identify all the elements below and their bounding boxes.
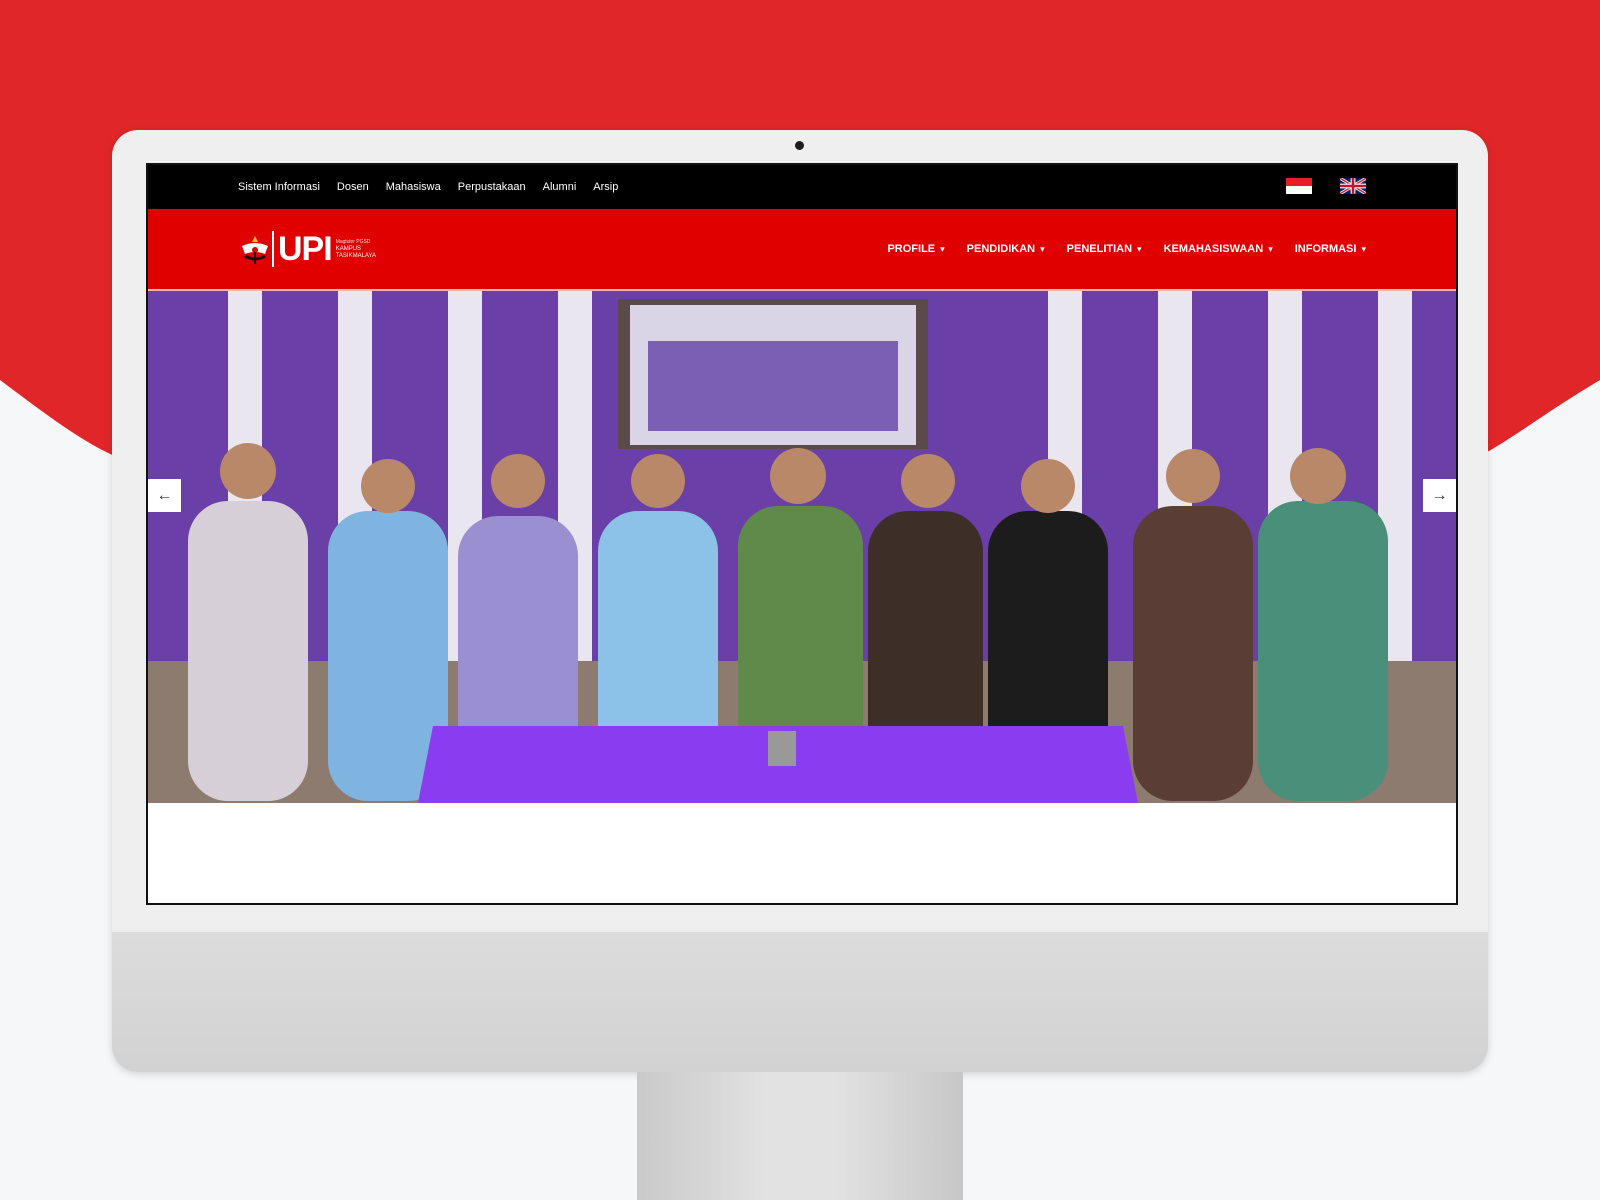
- chevron-down-icon: ▾: [940, 243, 945, 254]
- arrow-left-icon[interactable]: ←: [148, 479, 181, 512]
- indonesia-flag-icon[interactable]: [1286, 178, 1312, 194]
- chevron-down-icon: ▾: [1040, 243, 1045, 254]
- main-navbar: UPI Magister PGSD KAMPUS TASIKMALAYA PRO…: [148, 209, 1456, 291]
- upi-emblem-icon: [242, 236, 268, 264]
- nav-kemahasiswaan-label: KEMAHASISWAAN: [1163, 243, 1264, 255]
- chevron-down-icon: ▾: [1361, 243, 1366, 254]
- logo-subtitle: Magister PGSD KAMPUS TASIKMALAYA: [336, 239, 376, 260]
- logo-subtitle-line1: KAMPUS: [335, 245, 362, 252]
- nav-kemahasiswaan[interactable]: KEMAHASISWAAN ▾: [1164, 243, 1273, 255]
- chevron-down-icon: ▾: [1268, 243, 1273, 254]
- language-switcher: [1286, 176, 1367, 196]
- monitor-stand: [637, 1072, 963, 1200]
- chevron-down-icon: ▾: [1137, 243, 1142, 254]
- monitor-chin: [112, 932, 1488, 1072]
- nav-informasi[interactable]: INFORMASI ▾: [1295, 243, 1366, 255]
- hero-group-photo: [148, 291, 1456, 803]
- site-logo[interactable]: UPI Magister PGSD KAMPUS TASIKMALAYA: [238, 230, 376, 269]
- arrow-right-icon[interactable]: →: [1423, 479, 1456, 512]
- logo-divider: [272, 231, 274, 267]
- nav-informasi-label: INFORMASI: [1294, 243, 1357, 255]
- nav-pendidikan[interactable]: PENDIDIKAN ▾: [967, 243, 1045, 255]
- nav-profile[interactable]: PROFILE ▾: [887, 243, 944, 255]
- website-screen: Sistem Informasi Dosen Mahasiswa Perpust…: [146, 163, 1458, 905]
- nav-profile-label: PROFILE: [887, 243, 936, 255]
- primary-nav: PROFILE ▾ PENDIDIKAN ▾ PENELITIAN ▾ KEMA…: [887, 209, 1366, 289]
- toplink-dosen[interactable]: Dosen: [337, 181, 369, 193]
- nav-penelitian-label: PENELITIAN: [1066, 243, 1133, 255]
- toplink-perpustakaan[interactable]: Perpustakaan: [458, 181, 526, 193]
- logo-subtitle-line2: TASIKMALAYA: [335, 252, 377, 259]
- toplink-mahasiswa[interactable]: Mahasiswa: [386, 181, 441, 193]
- toplink-sistem-informasi[interactable]: Sistem Informasi: [238, 181, 320, 193]
- camera-dot: [795, 141, 804, 150]
- hero-slider: ← →: [148, 291, 1456, 803]
- nav-pendidikan-label: PENDIDIKAN: [966, 243, 1036, 255]
- logo-subtitle-small: Magister PGSD: [335, 238, 371, 245]
- logo-wordmark: UPI: [278, 229, 333, 268]
- top-utility-bar: Sistem Informasi Dosen Mahasiswa Perpust…: [148, 165, 1456, 209]
- nav-penelitian[interactable]: PENELITIAN ▾: [1067, 243, 1142, 255]
- toplink-alumni[interactable]: Alumni: [543, 181, 577, 193]
- toplink-arsip[interactable]: Arsip: [593, 181, 618, 193]
- uk-flag-icon[interactable]: [1339, 176, 1367, 196]
